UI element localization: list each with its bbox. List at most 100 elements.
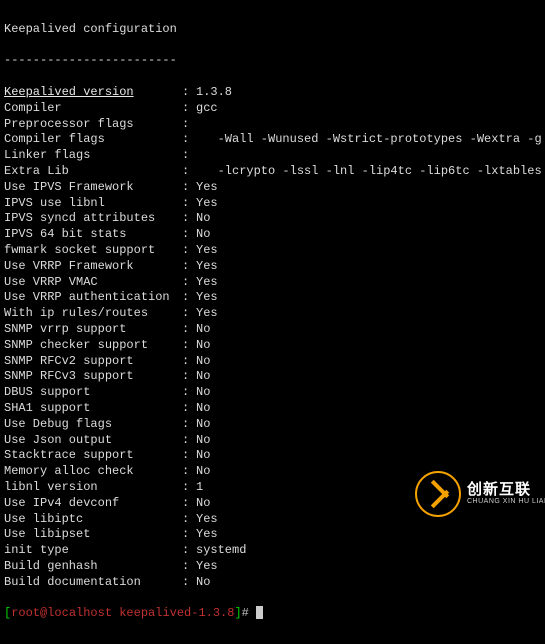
config-label: SHA1 support	[4, 401, 182, 417]
config-row: Use VRRP Framework:Yes	[4, 259, 541, 275]
config-separator: :	[182, 369, 196, 385]
config-value: Yes	[196, 559, 218, 575]
config-row: Compiler:gcc	[4, 101, 541, 117]
config-value: Yes	[196, 527, 218, 543]
config-separator: :	[182, 306, 196, 322]
config-separator: :	[182, 322, 196, 338]
config-value: No	[196, 496, 210, 512]
config-label: Use VRRP Framework	[4, 259, 182, 275]
config-label: Keepalived version	[4, 85, 182, 101]
config-label: Use Json output	[4, 433, 182, 449]
config-separator: :	[182, 527, 196, 543]
config-label: Extra Lib	[4, 164, 182, 180]
config-separator: :	[182, 259, 196, 275]
config-label: Compiler	[4, 101, 182, 117]
config-separator: :	[182, 101, 196, 117]
config-value: No	[196, 385, 210, 401]
config-value: No	[196, 227, 210, 243]
config-row: Use VRRP authentication:Yes	[4, 290, 541, 306]
config-row: Build documentation:No	[4, 575, 541, 591]
config-row: fwmark socket support:Yes	[4, 243, 541, 259]
config-separator: :	[182, 338, 196, 354]
shell-prompt[interactable]: [root@localhost keepalived-1.3.8]#	[4, 606, 541, 622]
config-separator: :	[182, 543, 196, 559]
brand-logo: 创新互联 CHUANG XIN HU LIAN	[415, 469, 535, 519]
config-value: Yes	[196, 512, 218, 528]
config-value: No	[196, 401, 210, 417]
config-separator: :	[182, 211, 196, 227]
config-separator: :	[182, 196, 196, 212]
config-value: No	[196, 575, 210, 591]
config-value: No	[196, 322, 210, 338]
config-value: Yes	[196, 306, 218, 322]
config-value: 1	[196, 480, 203, 496]
config-title: Keepalived configuration	[4, 22, 541, 38]
config-value: Yes	[196, 259, 218, 275]
config-value: No	[196, 464, 210, 480]
config-value: No	[196, 417, 210, 433]
config-label: Use libiptc	[4, 512, 182, 528]
config-value: No	[196, 433, 210, 449]
config-value: -lcrypto -lssl -lnl -lip4tc -lip6tc -lxt…	[196, 164, 542, 180]
config-label: With ip rules/routes	[4, 306, 182, 322]
config-separator: :	[182, 227, 196, 243]
config-row: SNMP RFCv2 support:No	[4, 354, 541, 370]
config-row: SNMP checker support:No	[4, 338, 541, 354]
config-separator: :	[182, 401, 196, 417]
config-label: init type	[4, 543, 182, 559]
config-row: Stacktrace support:No	[4, 448, 541, 464]
config-separator: :	[182, 164, 196, 180]
config-value: Yes	[196, 243, 218, 259]
config-separator: :	[182, 417, 196, 433]
config-label: Use libipset	[4, 527, 182, 543]
brand-name-cn: 创新互联	[467, 482, 545, 499]
config-label: Use Debug flags	[4, 417, 182, 433]
terminal-output: Keepalived configuration ---------------…	[0, 0, 545, 644]
config-row: SHA1 support:No	[4, 401, 541, 417]
config-label: SNMP RFCv3 support	[4, 369, 182, 385]
config-label: Preprocessor flags	[4, 117, 182, 133]
config-label: Use VRRP VMAC	[4, 275, 182, 291]
config-separator: :	[182, 243, 196, 259]
config-value: -Wall -Wunused -Wstrict-prototypes -Wext…	[196, 132, 545, 148]
config-label: Use IPVS Framework	[4, 180, 182, 196]
brand-name-en: CHUANG XIN HU LIAN	[467, 498, 545, 506]
cursor	[256, 606, 263, 619]
config-value: No	[196, 369, 210, 385]
config-row: Use Debug flags:No	[4, 417, 541, 433]
config-row: init type:systemd	[4, 543, 541, 559]
config-separator: :	[182, 496, 196, 512]
config-row: Extra Lib: -lcrypto -lssl -lnl -lip4tc -…	[4, 164, 541, 180]
config-separator: :	[182, 180, 196, 196]
config-row: Use libipset:Yes	[4, 527, 541, 543]
config-value: Yes	[196, 196, 218, 212]
config-separator: :	[182, 385, 196, 401]
config-separator: :	[182, 354, 196, 370]
config-separator: :	[182, 433, 196, 449]
config-value: No	[196, 354, 210, 370]
config-label: libnl version	[4, 480, 182, 496]
config-value: Yes	[196, 275, 218, 291]
config-row: IPVS use libnl:Yes	[4, 196, 541, 212]
config-row: SNMP vrrp support:No	[4, 322, 541, 338]
config-separator: :	[182, 448, 196, 464]
config-separator: :	[182, 512, 196, 528]
config-separator: :	[182, 575, 196, 591]
config-label: Linker flags	[4, 148, 182, 164]
config-value: systemd	[196, 543, 246, 559]
config-separator: :	[182, 464, 196, 480]
config-value: Yes	[196, 180, 218, 196]
config-label: SNMP vrrp support	[4, 322, 182, 338]
config-row: Compiler flags: -Wall -Wunused -Wstrict-…	[4, 132, 541, 148]
config-separator: :	[182, 148, 196, 164]
config-label: Use VRRP authentication	[4, 290, 182, 306]
config-row: Build genhash:Yes	[4, 559, 541, 575]
config-value: No	[196, 448, 210, 464]
config-label: IPVS 64 bit stats	[4, 227, 182, 243]
config-row: Linker flags:	[4, 148, 541, 164]
config-value: Yes	[196, 290, 218, 306]
config-label: DBUS support	[4, 385, 182, 401]
config-separator: :	[182, 132, 196, 148]
config-label: SNMP checker support	[4, 338, 182, 354]
config-label: Memory alloc check	[4, 464, 182, 480]
